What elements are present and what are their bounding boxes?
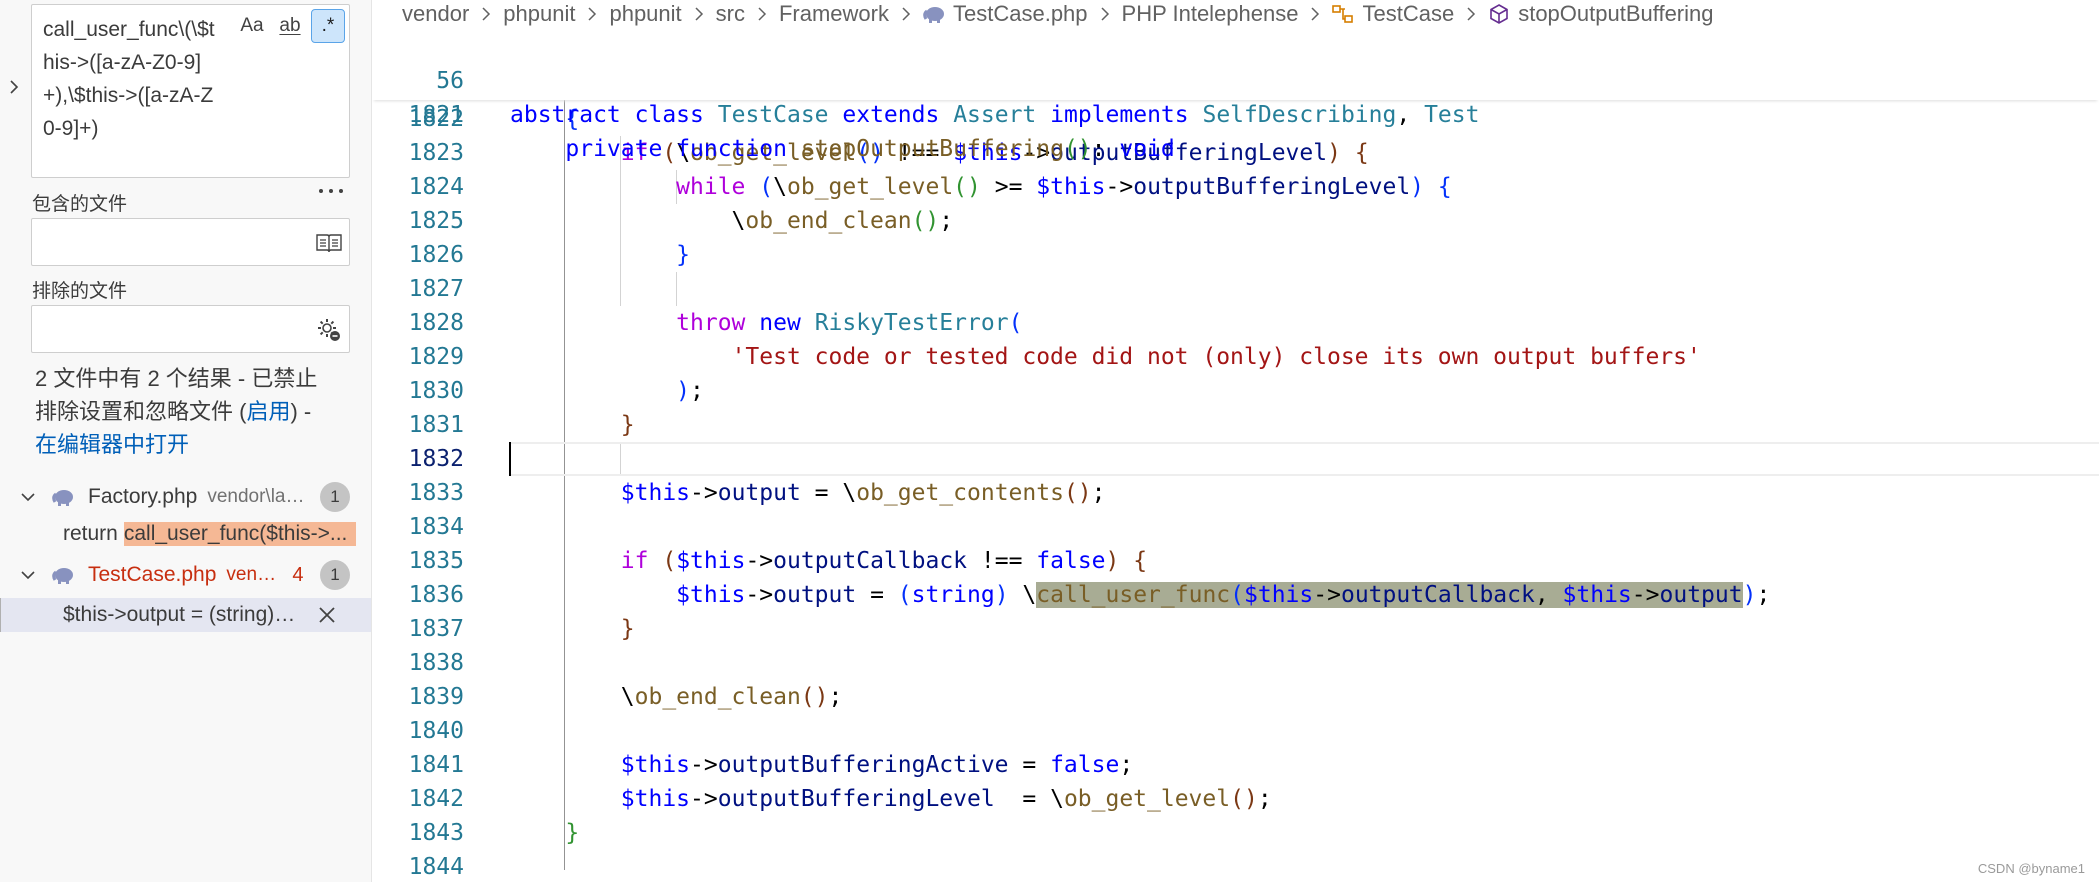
- result-count-badge: 1: [320, 560, 350, 590]
- include-files-label: 包含的文件: [32, 194, 128, 215]
- result-file-testcase[interactable]: TestCase.php vendor 4 1: [0, 558, 371, 592]
- code-line[interactable]: 1833 $this->output = \ob_get_contents();: [372, 476, 2099, 510]
- chevron-right-icon: [688, 3, 710, 25]
- search-match-highlight: call_user_func($this->outputCallback, $t…: [1036, 582, 1743, 608]
- line-number: 1836: [408, 582, 464, 608]
- code-line[interactable]: 1826 }: [372, 238, 2099, 272]
- line-number: 1841: [408, 752, 464, 778]
- line-number: 1840: [408, 718, 464, 744]
- watermark: CSDN @byname1: [1977, 861, 2085, 876]
- search-match-line[interactable]: return call_user_func($this->...: [0, 517, 371, 551]
- line-number: 1827: [408, 276, 464, 302]
- chevron-down-icon[interactable]: [20, 567, 36, 583]
- search-input[interactable]: call_user_func\(\$this->([a-zA-Z0-9]+),\…: [31, 4, 350, 178]
- line-number: 1831: [408, 412, 464, 438]
- code-line[interactable]: 1824 while (\ob_get_level() >= $this->ou…: [372, 170, 2099, 204]
- more-options-icon[interactable]: [316, 180, 346, 202]
- code-line[interactable]: 1831 }: [372, 408, 2099, 442]
- code-line[interactable]: 1841 $this->outputBufferingActive = fals…: [372, 748, 2099, 782]
- code-line[interactable]: 1839 \ob_end_clean();: [372, 680, 2099, 714]
- line-number: 1838: [408, 650, 464, 676]
- line-number: 1835: [408, 548, 464, 574]
- line-number: 1833: [408, 480, 464, 506]
- code-line[interactable]: 1836 $this->output = (string) \call_user…: [372, 578, 2099, 612]
- breadcrumb-vendor[interactable]: vendor: [402, 1, 469, 27]
- open-in-editor-link[interactable]: 在编辑器中打开: [35, 432, 189, 457]
- code-line[interactable]: 1827: [372, 272, 2099, 306]
- code-line[interactable]: 1842 $this->outputBufferingLevel = \ob_g…: [372, 782, 2099, 816]
- line-number: 1829: [408, 344, 464, 370]
- code-line[interactable]: 1837 }: [372, 612, 2099, 646]
- regex-toggle[interactable]: .*: [311, 9, 345, 43]
- breadcrumb-phpunit-2[interactable]: phpunit: [609, 1, 681, 27]
- exclude-files-input[interactable]: [31, 305, 350, 353]
- enable-exclude-link[interactable]: 启用: [246, 399, 290, 424]
- whole-word-toggle[interactable]: ab: [273, 9, 307, 43]
- chevron-right-icon: [581, 3, 603, 25]
- php-elephant-icon: [52, 490, 73, 506]
- breadcrumb-method[interactable]: stopOutputBuffering: [1488, 1, 1714, 27]
- match-case-toggle[interactable]: Aa: [235, 9, 269, 43]
- chevron-right-icon: [1304, 3, 1326, 25]
- sticky-scroll-header[interactable]: 56 abstract class TestCase extends Asser…: [372, 30, 2099, 162]
- search-sidebar: call_user_func\(\$this->([a-zA-Z0-9]+),\…: [0, 0, 372, 882]
- line-number: 1826: [408, 242, 464, 268]
- result-file-factory[interactable]: Factory.php vendor\laravel 1: [0, 480, 371, 514]
- line-number: 1832: [408, 446, 464, 472]
- line-number: 1844: [408, 854, 464, 880]
- breadcrumb-file[interactable]: TestCase.php: [923, 1, 1088, 27]
- code-line[interactable]: 1828 throw new RiskyTestError(: [372, 306, 2099, 340]
- code-line[interactable]: 1825 \ob_end_clean();: [372, 204, 2099, 238]
- line-number: 1839: [408, 684, 464, 710]
- code-editor[interactable]: 56 abstract class TestCase extends Asser…: [372, 30, 2099, 882]
- breadcrumb-framework[interactable]: Framework: [779, 1, 889, 27]
- search-input-text[interactable]: call_user_func\(\$this->([a-zA-Z0-9]+),\…: [43, 13, 223, 145]
- line-number: 1834: [408, 514, 464, 540]
- chevron-right-icon: [475, 3, 497, 25]
- code-line-current[interactable]: 1832: [372, 442, 2099, 476]
- line-number: 1837: [408, 616, 464, 642]
- code-line[interactable]: 1840: [372, 714, 2099, 748]
- code-line[interactable]: 1821 private function stopOutputBufferin…: [372, 64, 2099, 162]
- exclude-settings-gear-icon[interactable]: [315, 316, 343, 344]
- method-cube-icon: [1488, 3, 1510, 25]
- line-number: 1821: [408, 102, 464, 128]
- breadcrumb-class[interactable]: TestCase: [1332, 1, 1454, 27]
- toggle-replace-chevron-icon[interactable]: [6, 76, 22, 98]
- chevron-right-icon: [1094, 3, 1116, 25]
- code-line[interactable]: 1829 'Test code or tested code did not (…: [372, 340, 2099, 374]
- chevron-right-icon: [895, 3, 917, 25]
- php-elephant-icon: [923, 5, 945, 23]
- code-line[interactable]: 1834: [372, 510, 2099, 544]
- chevron-right-icon: [1460, 3, 1482, 25]
- code-line[interactable]: 1838: [372, 646, 2099, 680]
- class-symbol-icon: [1332, 4, 1354, 24]
- breadcrumb-src[interactable]: src: [716, 1, 745, 27]
- exclude-files-label: 排除的文件: [32, 281, 128, 302]
- line-number: 1842: [408, 786, 464, 812]
- search-results-summary: 2 文件中有 2 个结果 - 已禁止排除设置和忽略文件 (启用) - 在编辑器中…: [35, 366, 318, 457]
- php-elephant-icon: [52, 568, 73, 584]
- code-line[interactable]: 1843 }: [372, 816, 2099, 850]
- code-line[interactable]: 1844: [372, 850, 2099, 882]
- dismiss-result-close-icon[interactable]: [314, 602, 340, 628]
- git-modified-count: 4: [292, 563, 304, 586]
- open-editors-book-icon[interactable]: [315, 229, 343, 257]
- line-number: 1828: [408, 310, 464, 336]
- code-line[interactable]: 1830 );: [372, 374, 2099, 408]
- line-number: 1843: [408, 820, 464, 846]
- breadcrumb: vendor phpunit phpunit src Framework Tes…: [402, 0, 1714, 28]
- breadcrumb-phpunit[interactable]: phpunit: [503, 1, 575, 27]
- include-files-input[interactable]: [31, 218, 350, 266]
- chevron-right-icon: [751, 3, 773, 25]
- result-count-badge: 1: [320, 482, 350, 512]
- search-match-line-selected[interactable]: $this->output = (string) \call_user_func: [0, 598, 371, 632]
- breadcrumb-intelephense[interactable]: PHP Intelephense: [1122, 1, 1299, 27]
- line-number: 1825: [408, 208, 464, 234]
- line-number: 1830: [408, 378, 464, 404]
- code-line[interactable]: 1835 if ($this->outputCallback !== false…: [372, 544, 2099, 578]
- chevron-down-icon[interactable]: [20, 489, 36, 505]
- code-line[interactable]: 56 abstract class TestCase extends Asser…: [372, 30, 2099, 128]
